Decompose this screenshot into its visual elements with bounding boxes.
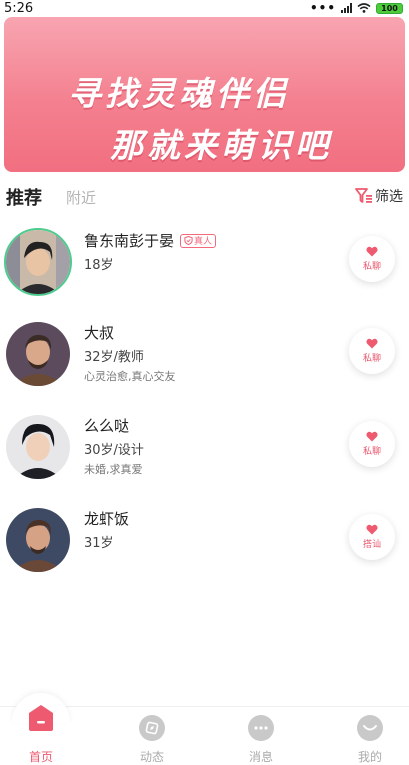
list-tabs: 推荐 附近 筛选 — [0, 182, 409, 210]
user-tags: 心灵治愈,真心交友 — [84, 370, 176, 383]
nav-home[interactable]: 首页 — [6, 705, 76, 764]
list-item[interactable]: 鲁东南彭于晏 真人 18岁 私聊 — [0, 228, 409, 302]
private-chat-button[interactable]: 私聊 — [349, 328, 395, 374]
bottom-nav: 首页 动态 消息 我的 — [0, 693, 409, 764]
heart-icon — [366, 338, 378, 349]
greet-button-label: 搭讪 — [362, 540, 381, 550]
status-time: 5:26 — [4, 0, 34, 16]
filter-icon — [355, 188, 372, 203]
user-name: 鲁东南彭于晏 真人 — [84, 230, 217, 251]
status-icons: ••• 100 — [309, 1, 403, 15]
nav-me[interactable]: 我的 — [335, 707, 405, 764]
user-name: 龙虾饭 — [84, 510, 130, 528]
list-item[interactable]: 龙虾饭 31岁 搭讪 — [0, 506, 409, 580]
banner-title: 寻找灵魂伴侣 — [68, 74, 290, 113]
user-tags: 未婚,求真爱 — [84, 463, 143, 476]
nav-moments[interactable]: 动态 — [117, 707, 187, 764]
filter-button[interactable]: 筛选 — [355, 186, 403, 206]
user-meta: 30岁/设计 — [84, 443, 144, 458]
heart-icon — [366, 524, 378, 535]
user-meta: 18岁 — [84, 258, 114, 273]
user-meta: 32岁/教师 — [84, 350, 144, 365]
shield-icon — [184, 236, 193, 245]
promo-banner[interactable]: 寻找灵魂伴侣 那就来萌识吧 — [4, 17, 405, 172]
chat-button-label: 私聊 — [362, 262, 381, 272]
profile-icon — [357, 715, 383, 741]
nav-me-label: 我的 — [357, 750, 382, 764]
tab-nearby[interactable]: 附近 — [66, 187, 96, 208]
tab-recommend[interactable]: 推荐 — [6, 184, 42, 210]
user-name: 大叔 — [84, 324, 115, 342]
private-chat-button[interactable]: 私聊 — [349, 421, 395, 467]
heart-icon — [366, 431, 378, 442]
filter-label: 筛选 — [375, 189, 403, 205]
battery-icon: 100 — [376, 2, 403, 14]
list-item[interactable]: 大叔 32岁/教师 心灵治愈,真心交友 私聊 — [0, 320, 409, 394]
nav-home-label: 首页 — [28, 750, 53, 764]
status-bar: 5:26 ••• 100 — [0, 0, 409, 16]
avatar[interactable] — [4, 320, 72, 388]
wifi-icon — [357, 3, 371, 13]
avatar[interactable] — [4, 228, 72, 296]
chat-button-label: 私聊 — [362, 354, 381, 364]
verified-badge: 真人 — [180, 233, 217, 248]
private-chat-button[interactable]: 私聊 — [349, 236, 395, 282]
compass-icon — [139, 715, 165, 741]
nav-moments-label: 动态 — [139, 750, 164, 764]
user-name: 么么哒 — [84, 417, 130, 435]
chat-bubble-icon — [248, 715, 274, 741]
nav-messages-label: 消息 — [248, 750, 273, 764]
more-dots-icon: ••• — [309, 1, 336, 15]
home-icon — [29, 705, 53, 731]
signal-icon — [341, 3, 352, 13]
greet-button[interactable]: 搭讪 — [349, 514, 395, 560]
list-item[interactable]: 么么哒 30岁/设计 未婚,求真爱 私聊 — [0, 413, 409, 487]
banner-subtitle: 那就来萌识吧 — [110, 126, 332, 165]
heart-icon — [366, 246, 378, 257]
avatar[interactable] — [4, 506, 72, 574]
nav-messages[interactable]: 消息 — [226, 707, 296, 764]
avatar[interactable] — [4, 413, 72, 481]
user-meta: 31岁 — [84, 536, 114, 551]
chat-button-label: 私聊 — [362, 447, 381, 457]
